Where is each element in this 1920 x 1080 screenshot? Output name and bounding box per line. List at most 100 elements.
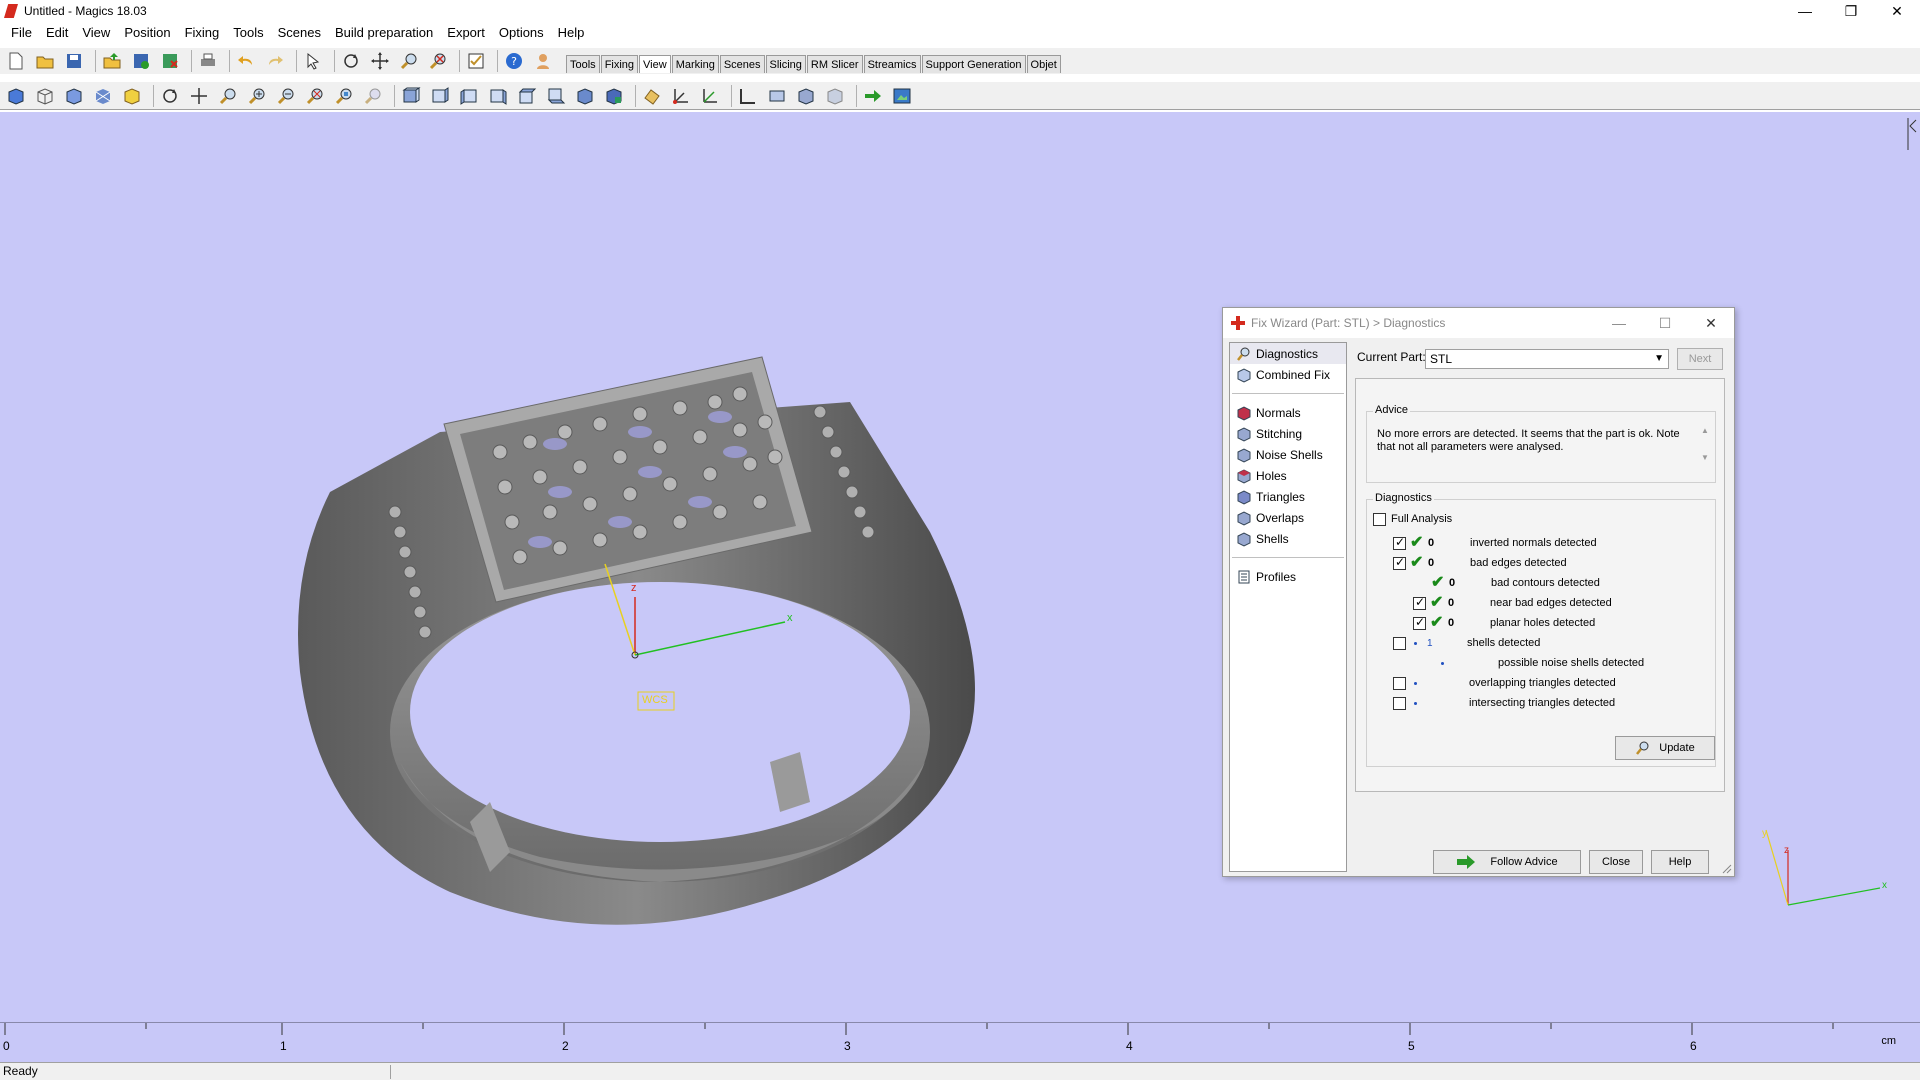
help-icon[interactable]: ? [502, 49, 526, 73]
save-part-icon[interactable] [129, 49, 153, 73]
menu-export[interactable]: Export [440, 23, 492, 43]
nav-combined-fix[interactable]: Combined Fix [1230, 364, 1346, 385]
nav-normals[interactable]: Normals [1230, 402, 1346, 423]
menu-scenes[interactable]: Scenes [271, 23, 328, 43]
translate-icon[interactable] [187, 84, 211, 108]
view-isometric-icon[interactable] [573, 84, 597, 108]
tab-objet[interactable]: Objet [1026, 55, 1061, 73]
nav-profiles[interactable]: Profiles [1230, 566, 1346, 587]
new-file-icon[interactable] [4, 49, 28, 73]
dialog-close-x-button[interactable]: ✕ [1688, 308, 1734, 338]
close-button[interactable]: Close [1589, 850, 1643, 874]
save-icon[interactable] [62, 49, 86, 73]
tab-rm-slicer[interactable]: RM Slicer [806, 55, 863, 73]
tab-marking[interactable]: Marking [671, 55, 719, 73]
unload-part-icon[interactable] [158, 49, 182, 73]
section-icon[interactable] [794, 84, 818, 108]
tab-slicing[interactable]: Slicing [765, 55, 806, 73]
tab-scenes[interactable]: Scenes [719, 55, 765, 73]
pan-icon[interactable] [368, 49, 392, 73]
light-source-icon[interactable] [640, 84, 664, 108]
minimize-button[interactable]: — [1782, 0, 1828, 22]
tab-streamics[interactable]: Streamics [863, 55, 921, 73]
zoom-extents-icon[interactable] [303, 84, 327, 108]
ring-model[interactable] [298, 356, 975, 925]
dialog-title-bar[interactable]: Fix Wizard (Part: STL) > Diagnostics — ☐… [1223, 308, 1734, 338]
wcs-icon[interactable] [698, 84, 722, 108]
restore-button[interactable]: ❐ [1828, 0, 1874, 22]
nav-diagnostics[interactable]: Diagnostics [1230, 343, 1346, 364]
advice-scrollbar[interactable]: ▲ ▼ [1701, 426, 1711, 476]
shaded-view-icon[interactable] [4, 84, 28, 108]
nav-triangles[interactable]: Triangles [1230, 486, 1346, 507]
open-folder-icon[interactable] [33, 49, 57, 73]
print-icon[interactable] [196, 49, 220, 73]
menu-edit[interactable]: Edit [39, 23, 75, 43]
coordinate-system-icon[interactable] [669, 84, 693, 108]
diag-checkbox[interactable] [1393, 555, 1406, 570]
dialog-minimize-button[interactable]: — [1596, 308, 1642, 338]
menu-build-preparation[interactable]: Build preparation [328, 23, 440, 43]
follow-advice-button[interactable]: Follow Advice [1433, 850, 1581, 874]
context-help-icon[interactable] [531, 49, 555, 73]
rotate-view-icon[interactable] [339, 49, 363, 73]
shaded-wire-view-icon[interactable] [62, 84, 86, 108]
tab-fixing[interactable]: Fixing [600, 55, 639, 73]
zoom-in-icon[interactable] [245, 84, 269, 108]
dialog-maximize-button[interactable]: ☐ [1642, 308, 1688, 338]
resize-grip-icon[interactable] [1722, 864, 1732, 874]
menu-view[interactable]: View [75, 23, 117, 43]
nav-shells[interactable]: Shells [1230, 528, 1346, 549]
menu-position[interactable]: Position [117, 23, 177, 43]
menu-tools[interactable]: Tools [226, 23, 270, 43]
menu-file[interactable]: File [4, 23, 39, 43]
zoom-window-icon[interactable] [426, 49, 450, 73]
diag-checkbox[interactable] [1393, 535, 1406, 550]
help-button[interactable]: Help [1651, 850, 1709, 874]
diag-checkbox[interactable] [1413, 595, 1426, 610]
tab-tools[interactable]: Tools [566, 55, 600, 73]
nav-overlaps[interactable]: Overlaps [1230, 507, 1346, 528]
view-top-icon[interactable] [515, 84, 539, 108]
menu-help[interactable]: Help [551, 23, 592, 43]
measure-icon[interactable] [736, 84, 760, 108]
menu-fixing[interactable]: Fixing [178, 23, 227, 43]
transparent-view-icon[interactable] [120, 84, 144, 108]
view-default-icon[interactable] [602, 84, 626, 108]
diag-checkbox[interactable] [1393, 696, 1406, 710]
full-analysis-checkbox[interactable] [1373, 512, 1386, 526]
close-window-button[interactable]: ✕ [1874, 0, 1920, 22]
fix-wizard-icon[interactable] [464, 49, 488, 73]
view-front-icon[interactable] [399, 84, 423, 108]
current-part-select[interactable]: STL ▼ [1425, 349, 1669, 369]
select-part-icon[interactable] [301, 49, 325, 73]
zoom-out-icon[interactable] [274, 84, 298, 108]
export-icon[interactable] [861, 84, 885, 108]
view-right-icon[interactable] [486, 84, 510, 108]
triangle-view-icon[interactable] [91, 84, 115, 108]
zoom-icon[interactable] [397, 49, 421, 73]
diag-checkbox[interactable] [1393, 676, 1406, 690]
view-back-icon[interactable] [428, 84, 452, 108]
tab-view[interactable]: View [639, 55, 671, 73]
zoom-tool-icon[interactable] [216, 84, 240, 108]
viewport-side-toggle-icon[interactable] [1906, 116, 1918, 152]
update-button[interactable]: Update [1615, 736, 1715, 760]
view-left-icon[interactable] [457, 84, 481, 108]
diag-checkbox[interactable] [1393, 636, 1406, 650]
zoom-selection-icon[interactable] [332, 84, 356, 108]
view-bottom-icon[interactable] [544, 84, 568, 108]
import-part-icon[interactable] [100, 49, 124, 73]
nav-noise-shells[interactable]: Noise Shells [1230, 444, 1346, 465]
zoom-part-icon[interactable] [361, 84, 385, 108]
wireframe-view-icon[interactable] [33, 84, 57, 108]
nav-holes[interactable]: Holes [1230, 465, 1346, 486]
clipping-icon[interactable] [823, 84, 847, 108]
rotate-icon[interactable] [158, 84, 182, 108]
undo-icon[interactable] [234, 49, 258, 73]
redo-icon[interactable] [263, 49, 287, 73]
nav-stitching[interactable]: Stitching [1230, 423, 1346, 444]
diag-checkbox[interactable] [1413, 615, 1426, 630]
menu-options[interactable]: Options [492, 23, 551, 43]
dimension-icon[interactable] [765, 84, 789, 108]
